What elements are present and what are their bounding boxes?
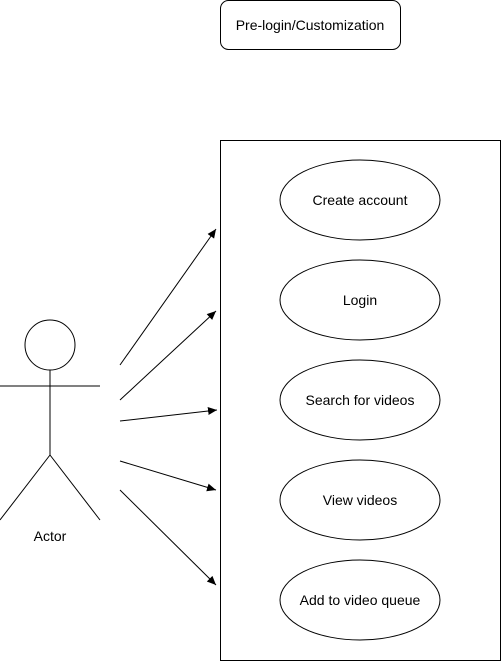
use-case-label: Login [343, 292, 377, 308]
actor[interactable]: Actor [0, 319, 101, 544]
use-case-diagram: Pre-login/Customization Actor Create acc… [0, 0, 501, 661]
title-label: Pre-login/Customization [236, 17, 385, 33]
use-case-label: View videos [323, 492, 397, 508]
association-arrow[interactable] [119, 310, 217, 401]
actor-head [24, 319, 76, 371]
association-arrow[interactable] [119, 407, 218, 422]
actor-left-leg [0, 454, 51, 521]
use-case-label: Add to video queue [300, 592, 421, 608]
title-box[interactable]: Pre-login/Customization [220, 0, 401, 50]
use-case-label: Create account [313, 192, 408, 208]
association-arrow[interactable] [119, 460, 217, 492]
association-arrow[interactable] [119, 489, 217, 586]
actor-label: Actor [34, 528, 67, 544]
actor-right-leg [49, 454, 101, 521]
use-case-login[interactable]: Login [279, 259, 441, 341]
use-case-create-account[interactable]: Create account [279, 159, 441, 241]
use-case-view-videos[interactable]: View videos [279, 459, 441, 541]
use-case-label: Search for videos [306, 392, 415, 408]
association-arrow[interactable] [119, 228, 217, 366]
use-case-search-for-videos[interactable]: Search for videos [279, 359, 441, 441]
use-case-add-to-video-queue[interactable]: Add to video queue [279, 559, 441, 641]
associations [119, 228, 218, 586]
